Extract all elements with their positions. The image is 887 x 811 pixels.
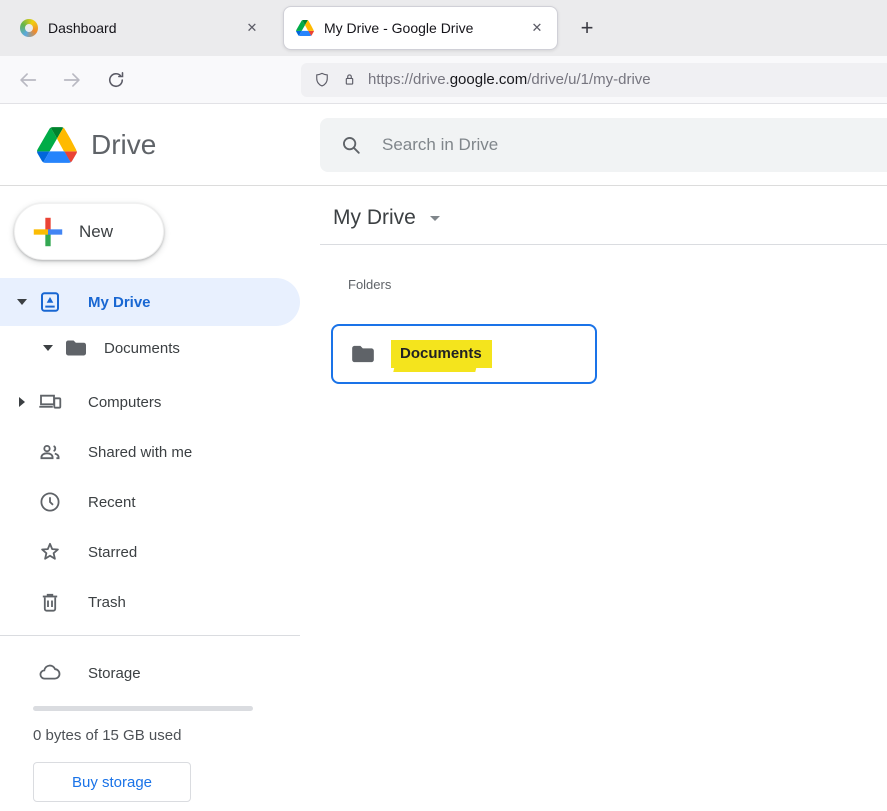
close-icon[interactable]: ✕ [525,16,549,40]
forward-icon[interactable] [56,64,88,96]
storage-progress-bar [33,706,253,711]
sidebar-item-label: My Drive [88,294,151,311]
sidebar-item-starred[interactable]: Starred [0,527,300,577]
folder-card-documents[interactable]: Documents [331,324,597,384]
main-divider [320,244,887,245]
reload-icon[interactable] [100,64,132,96]
buy-storage-button[interactable]: Buy storage [33,762,191,802]
sidebar-item-label: Computers [88,394,161,411]
shield-icon [313,71,331,89]
folder-name-highlight: Documents [391,345,492,363]
sidebar-item-shared-with-me[interactable]: Shared with me [0,427,300,477]
breadcrumb: My Drive [333,205,887,231]
main-content: My Drive Folders Documents [300,186,887,811]
expand-toggle[interactable] [12,299,32,305]
sidebar-item-label: Trash [88,594,126,611]
star-icon [38,540,62,564]
new-tab-icon[interactable]: + [571,12,603,44]
drive-logo-area[interactable]: Drive [0,127,320,163]
close-icon[interactable]: ✕ [240,16,264,40]
search-icon [340,134,362,156]
sidebar-item-recent[interactable]: Recent [0,477,300,527]
url-path: /drive/u/1/my-drive [527,71,650,88]
new-button[interactable]: New [14,203,164,260]
caret-down-icon[interactable] [430,216,440,221]
search-bar[interactable] [320,118,887,172]
new-button-label: New [79,222,113,242]
tab-dashboard[interactable]: Dashboard ✕ [8,6,272,50]
tab-title: Dashboard [48,20,230,36]
cloud-icon [38,661,62,685]
clock-icon [38,490,62,514]
sidebar-item-computers[interactable]: Computers [0,377,300,427]
caret-down-icon [43,345,53,351]
shared-icon [38,440,62,464]
folder-icon [350,341,376,367]
tab-my-drive[interactable]: My Drive - Google Drive ✕ [283,6,558,50]
search-input[interactable] [382,135,887,155]
plus-multicolor-icon [32,216,64,248]
folders-section-label: Folders [348,277,887,292]
sidebar-item-label: Documents [104,340,180,357]
page-title[interactable]: My Drive [333,205,416,231]
sidebar-item-label: Recent [88,494,136,511]
sidebar-item-storage[interactable]: Storage [0,648,300,698]
buy-storage-label: Buy storage [72,774,152,791]
sidebar-item-label: Storage [88,665,141,682]
url-domain: google.com [450,71,528,88]
sidebar-item-label: Shared with me [88,444,192,461]
back-icon[interactable] [12,64,44,96]
drive-header: Drive [0,104,887,186]
expand-toggle[interactable] [38,345,58,351]
url-prefix: https://drive. [368,71,450,88]
expand-toggle[interactable] [12,397,32,407]
trash-icon [38,590,62,614]
drive-logo-icon [296,20,314,36]
sidebar-item-trash[interactable]: Trash [0,577,300,627]
folder-icon [64,336,88,360]
browser-tab-bar: Dashboard ✕ My Drive - Google Drive ✕ + [0,0,887,56]
sidebar: New My Drive Documents Computers [0,186,300,811]
drive-logo-icon [37,127,77,163]
url-text: https://drive.google.com/drive/u/1/my-dr… [368,71,651,89]
url-bar[interactable]: https://drive.google.com/drive/u/1/my-dr… [301,63,887,97]
my-drive-icon [38,290,62,314]
caret-right-icon [19,397,25,407]
tab-title: My Drive - Google Drive [324,20,515,36]
sidebar-item-documents[interactable]: Documents [0,326,300,370]
spiral-icon [20,19,38,37]
app-name: Drive [91,129,156,161]
caret-down-icon [17,299,27,305]
browser-toolbar: https://drive.google.com/drive/u/1/my-dr… [0,56,887,104]
computers-icon [38,390,62,414]
storage-usage-text: 0 bytes of 15 GB used [33,727,300,744]
sidebar-divider [0,635,300,636]
sidebar-item-my-drive[interactable]: My Drive [0,278,300,326]
sidebar-item-label: Starred [88,544,137,561]
folder-name: Documents [400,345,482,362]
lock-icon [341,71,358,88]
